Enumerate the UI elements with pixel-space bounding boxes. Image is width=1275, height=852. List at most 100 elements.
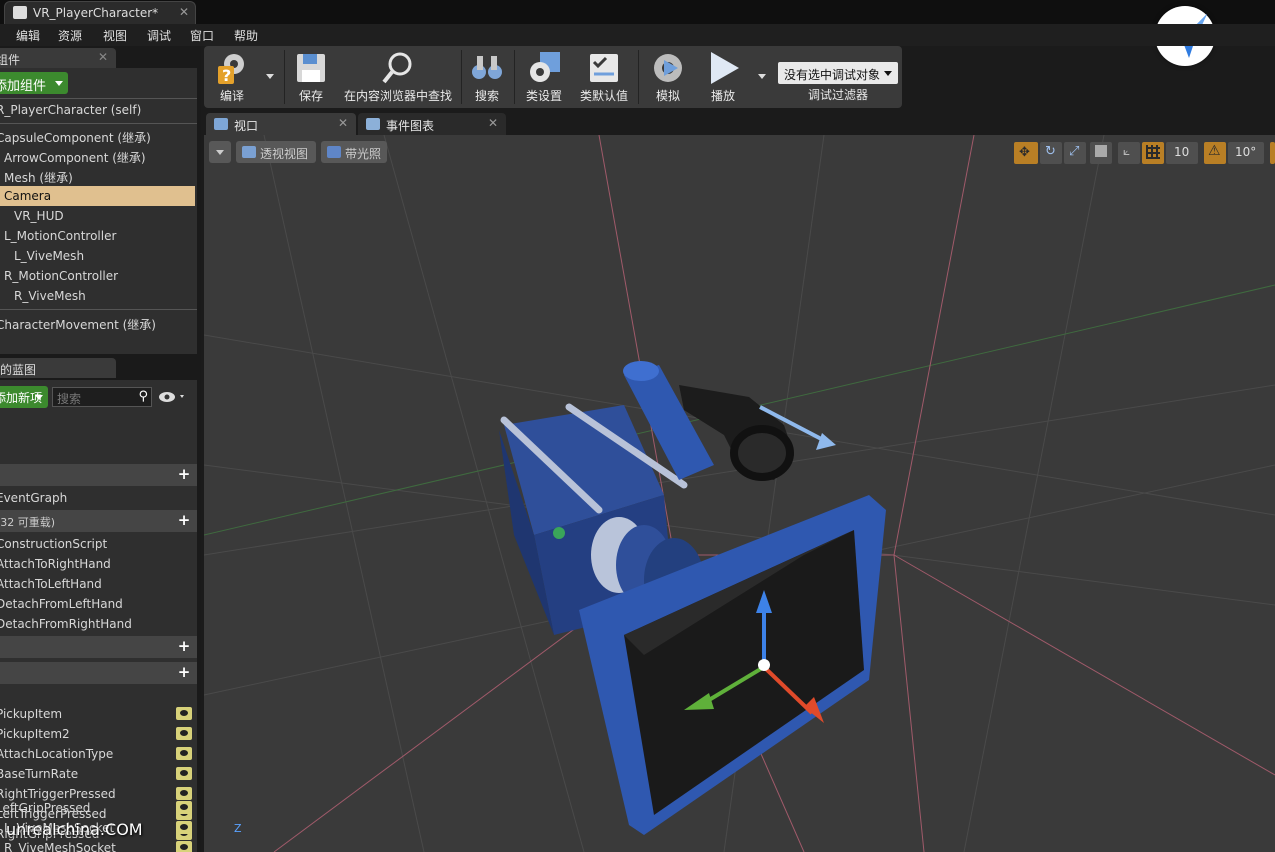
eye-icon[interactable] — [176, 801, 192, 814]
add-graph-icon[interactable]: + — [177, 467, 191, 482]
functions-header[interactable]: (32 可重载) + — [0, 510, 197, 532]
tree-item-selected[interactable]: Camera — [0, 186, 195, 206]
eye-icon[interactable] — [176, 821, 192, 834]
simulate-label: 模拟 — [655, 89, 680, 103]
eye-icon[interactable] — [176, 727, 192, 740]
eye-icon[interactable] — [176, 707, 192, 720]
compile-gear-icon: ? — [218, 54, 244, 85]
debug-object-select[interactable]: 没有选中调试对象 — [778, 62, 898, 84]
add-component-button[interactable]: 添加组件 — [0, 72, 68, 94]
eye-icon[interactable] — [176, 767, 192, 780]
tree-item[interactable]: VR_HUD — [0, 206, 195, 226]
function-item[interactable]: ConstructionScript — [0, 534, 195, 554]
tree-item[interactable]: ArrowComponent (继承) — [0, 146, 195, 166]
scale-snap-toggle[interactable] — [1270, 142, 1275, 164]
class-defaults-button[interactable]: 类默认值 — [574, 46, 634, 108]
rotation-snap-value[interactable]: 10° — [1228, 142, 1264, 164]
play-button[interactable]: 播放 — [698, 46, 748, 108]
document-tab[interactable]: VR_PlayerCharacter* ✕ — [4, 1, 196, 24]
function-item[interactable]: DetachFromRightHand — [0, 614, 195, 634]
components-panel: 添加组件 R_PlayerCharacter (self) CapsuleCom… — [0, 68, 197, 354]
play-options-dropdown[interactable] — [752, 46, 772, 108]
simulate-icon — [654, 54, 682, 82]
compile-options-dropdown[interactable] — [260, 46, 280, 108]
add-macro-icon[interactable]: + — [177, 639, 191, 654]
menu-debug[interactable]: 调试 — [147, 27, 171, 44]
toolbar-separator — [461, 50, 462, 104]
tree-item-label: L_MotionController — [4, 229, 117, 243]
variable-item[interactable]: BaseTurnRate — [0, 764, 195, 784]
add-function-icon[interactable]: + — [177, 513, 191, 528]
perspective-icon — [242, 146, 256, 158]
chevron-down-icon — [884, 71, 892, 76]
cube-icon — [1095, 145, 1107, 157]
perspective-view-button[interactable]: 透视视图 — [236, 141, 316, 163]
tree-item-label: CapsuleComponent (继承) — [0, 131, 151, 145]
menu-edit[interactable]: 编辑 — [16, 27, 40, 44]
surface-snap-icon: ⟀ — [1123, 144, 1131, 158]
save-button[interactable]: 保存 — [288, 46, 334, 108]
search-input[interactable]: 搜索 ⚲ — [52, 387, 152, 407]
menu-assets[interactable]: 资源 — [58, 27, 82, 44]
add-new-button[interactable]: 添加新项 — [0, 386, 48, 408]
tree-item[interactable]: R_ViveMesh — [0, 286, 195, 306]
translate-mode-button[interactable]: ✥ — [1014, 142, 1038, 164]
variable-item[interactable]: PickupItem2 — [0, 724, 195, 744]
tree-item[interactable]: Mesh (继承) — [0, 166, 195, 186]
my-blueprint-tab[interactable]: 我的蓝图 — [0, 358, 116, 378]
scale-mode-button[interactable]: ⤢ — [1064, 142, 1086, 164]
variable-item[interactable]: R_ViveMeshSocket — [0, 838, 195, 852]
menu-help[interactable]: 帮助 — [234, 27, 258, 44]
variables-header[interactable]: + — [0, 662, 197, 684]
close-icon[interactable]: ✕ — [488, 116, 498, 130]
close-icon[interactable]: ✕ — [98, 50, 108, 64]
simulate-button[interactable]: 模拟 — [642, 46, 694, 108]
tree-item[interactable]: L_MotionController — [0, 226, 195, 246]
graphs-header[interactable]: + — [0, 464, 197, 486]
chevron-down-icon — [35, 395, 43, 400]
lit-mode-button[interactable]: 带光照 — [321, 141, 387, 163]
tree-item[interactable]: L_ViveMesh — [0, 246, 195, 266]
tab-event-graph[interactable]: 事件图表 ✕ — [358, 113, 506, 135]
viewport-options-dropdown[interactable] — [209, 141, 231, 163]
3d-viewport[interactable]: 透视视图 带光照 ✥ ↻ ⤢ ⟀ 10 ⚠ 10° — [204, 135, 1275, 852]
my-blueprint-tab-label: 我的蓝图 — [0, 363, 37, 377]
tree-root[interactable]: R_PlayerCharacter (self) — [0, 100, 195, 120]
graph-item[interactable]: EventGraph — [0, 488, 195, 508]
menu-window[interactable]: 窗口 — [190, 27, 214, 44]
tree-item[interactable]: R_MotionController — [0, 266, 195, 286]
function-item[interactable]: AttachToRightHand — [0, 554, 195, 574]
surface-snap-button[interactable]: ⟀ — [1118, 142, 1140, 164]
eye-icon[interactable] — [176, 747, 192, 760]
eye-icon[interactable] — [176, 841, 192, 852]
rotation-snap-toggle[interactable]: ⚠ — [1204, 142, 1226, 164]
components-tab-label: 组件 — [0, 53, 21, 67]
macros-header[interactable]: + — [0, 636, 197, 658]
tree-item[interactable]: CapsuleComponent (继承) — [0, 126, 195, 146]
add-variable-icon[interactable]: + — [177, 665, 191, 680]
variable-item[interactable]: AttachLocationType — [0, 744, 195, 764]
grid-snap-value[interactable]: 10 — [1166, 142, 1198, 164]
components-tab[interactable]: 组件 ✕ — [0, 48, 116, 68]
variable-item[interactable]: PickupItem — [0, 704, 195, 724]
grid-snap-toggle[interactable] — [1142, 142, 1164, 164]
rotation-snap-label: 10° — [1235, 145, 1257, 159]
menu-view[interactable]: 视图 — [103, 27, 127, 44]
class-settings-button[interactable]: 类设置 — [518, 46, 570, 108]
visibility-eye-icon[interactable] — [158, 388, 188, 406]
search-button[interactable]: 搜索 — [464, 46, 510, 108]
tab-viewport[interactable]: 视口 ✕ — [206, 113, 356, 135]
tree-item[interactable]: CharacterMovement (继承) — [0, 313, 195, 333]
search-icon[interactable]: ⚲ — [138, 389, 148, 404]
rotate-mode-button[interactable]: ↻ — [1040, 142, 1062, 164]
variable-item[interactable]: LeftGripPressed — [0, 798, 195, 818]
close-icon[interactable]: ✕ — [179, 5, 189, 19]
function-item[interactable]: DetachFromLeftHand — [0, 594, 195, 614]
function-item[interactable]: AttachToLeftHand — [0, 574, 195, 594]
close-icon[interactable]: ✕ — [338, 116, 348, 130]
compile-button[interactable]: ? 编译 — [204, 46, 260, 108]
world-local-toggle[interactable] — [1090, 142, 1112, 164]
find-in-content-browser-button[interactable]: 在内容浏览器中查找 — [338, 46, 458, 108]
add-component-label: 添加组件 — [0, 79, 47, 94]
my-blueprint-panel: 添加新项 搜索 ⚲ + EventGraph (32 可重载) + Constr… — [0, 380, 197, 852]
